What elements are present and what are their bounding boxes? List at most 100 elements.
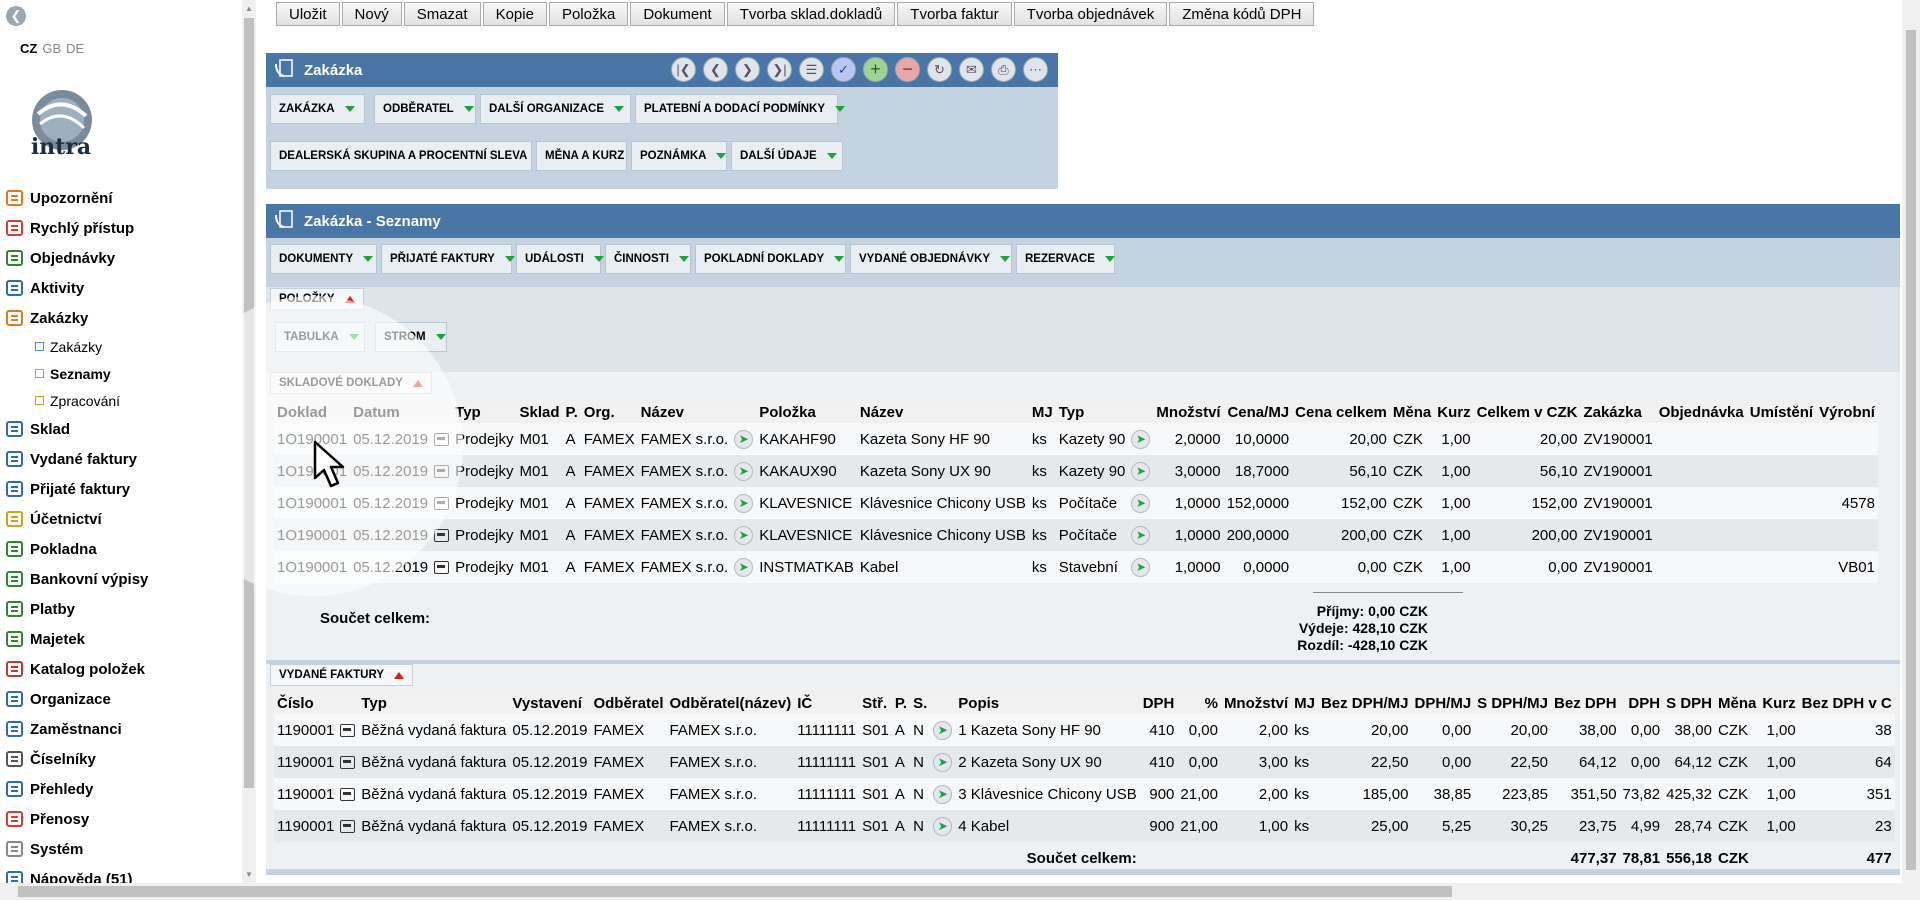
sidebar-item-4[interactable]: Aktivity xyxy=(0,273,240,303)
column-header[interactable]: Kurz xyxy=(1434,401,1474,423)
print-cell[interactable] xyxy=(431,551,453,583)
column-header[interactable] xyxy=(731,401,757,423)
table-row[interactable]: 1O190001 05.12.2019 Prodejky M01 A FAMEX FAMEX… xyxy=(274,423,1878,455)
column-header[interactable]: Měna xyxy=(1389,401,1435,423)
sidebar-item-14[interactable]: Bankovní výpisy xyxy=(0,564,240,594)
toolbar-button-10[interactable]: Změna kódů DPH xyxy=(1169,2,1315,26)
open-cell[interactable]: ➤ xyxy=(930,810,956,842)
toolbar-button-3[interactable]: Smazat xyxy=(403,2,481,26)
seznamy-tab-7[interactable]: REZERVACE xyxy=(1016,244,1115,274)
refresh-button[interactable]: ↻ xyxy=(927,57,952,82)
table-row[interactable]: 1190001 Běžná vydaná faktura 05.12.2019 FAM… xyxy=(274,746,1895,778)
seznamy-tab-2[interactable]: PŘIJATÉ FAKTURY xyxy=(381,244,515,274)
column-header[interactable]: S DPH/MJ xyxy=(1474,692,1552,714)
sklad-section-tab[interactable]: SKLADOVÉ DOKLADY xyxy=(270,372,432,394)
lang-cz[interactable]: CZ xyxy=(20,41,37,56)
print-cell[interactable] xyxy=(431,455,453,487)
table-row[interactable]: 1190001 Běžná vydaná faktura 05.12.2019 FAM… xyxy=(274,810,1895,842)
first-record-button[interactable]: |❮ xyxy=(671,57,696,82)
column-header[interactable] xyxy=(930,692,956,714)
lang-de[interactable]: DE xyxy=(66,41,84,56)
zakazka-tab-1[interactable]: ZAKÁZKA xyxy=(270,94,365,124)
email-button[interactable]: ✉ xyxy=(959,57,984,82)
horizontal-scroll-thumb[interactable] xyxy=(18,886,1452,897)
column-header[interactable]: S. xyxy=(910,692,931,714)
column-header[interactable]: Popis xyxy=(955,692,1140,714)
zakazka-tab-5[interactable]: DEALERSKÁ SKUPINA A PROCENTNÍ SLEVA xyxy=(270,141,548,171)
column-header[interactable]: Celkem v CZK xyxy=(1473,401,1581,423)
sidebar-item-16[interactable]: Majetek xyxy=(0,624,240,654)
column-header[interactable]: S DPH xyxy=(1663,692,1715,714)
seznamy-tab-4[interactable]: ČINNOSTI xyxy=(605,244,691,274)
column-header[interactable]: Datum xyxy=(350,401,432,423)
open-cell[interactable]: ➤ xyxy=(1128,551,1154,583)
zakazka-tab-6[interactable]: MĚNA A KURZ xyxy=(536,141,645,171)
sidebar-item-13[interactable]: Pokladna xyxy=(0,534,240,564)
toolbar-button-2[interactable]: Nový xyxy=(341,2,402,26)
lang-gb[interactable]: GB xyxy=(42,41,61,56)
scroll-down-icon[interactable]: ▼ xyxy=(245,870,253,879)
table-row[interactable]: 1O190001 05.12.2019 Prodejky M01 A FAMEX FAMEX… xyxy=(274,487,1878,519)
last-record-button[interactable]: ❯| xyxy=(767,57,792,82)
scroll-up-icon[interactable]: ▲ xyxy=(245,4,253,13)
column-header[interactable]: Odběratel(název) xyxy=(666,692,795,714)
column-header[interactable] xyxy=(1128,401,1154,423)
seznamy-tab-5[interactable]: POKLADNÍ DOKLADY xyxy=(695,244,846,274)
sidebar-item-5[interactable]: Zakázky xyxy=(0,303,240,333)
zakazka-tab-4[interactable]: PLATEBNÍ A DODACÍ PODMÍNKY xyxy=(635,94,846,124)
main-vertical-scrollbar[interactable] xyxy=(1902,0,1920,883)
column-header[interactable]: Typ xyxy=(452,401,517,423)
sidebar-scrollbar[interactable]: ▲ ▼ xyxy=(242,0,256,883)
table-row[interactable]: 1O190001 05.12.2019 Prodejky M01 A FAMEX FAMEX… xyxy=(274,551,1878,583)
column-header[interactable]: Stř. xyxy=(859,692,892,714)
column-header[interactable]: Umístění xyxy=(1746,401,1817,423)
sidebar-item-2[interactable]: Rychlý přístup xyxy=(0,213,240,243)
sidebar-item-18[interactable]: Organizace xyxy=(0,684,240,714)
column-header[interactable]: Název xyxy=(856,401,1029,423)
column-header[interactable]: Číslo xyxy=(274,692,338,714)
toolbar-button-4[interactable]: Kopie xyxy=(482,2,547,26)
table-row[interactable]: 1190001 Běžná vydaná faktura 05.12.2019 FAM… xyxy=(274,714,1895,746)
open-cell[interactable]: ➤ xyxy=(1128,519,1154,551)
sidebar-item-9[interactable]: Sklad xyxy=(0,414,240,444)
toolbar-button-7[interactable]: Tvorba sklad.dokladů xyxy=(726,2,896,26)
column-header[interactable] xyxy=(337,692,359,714)
column-header[interactable]: Cena/MJ xyxy=(1223,401,1293,423)
column-header[interactable]: MJ xyxy=(1291,692,1318,714)
open-cell[interactable]: ➤ xyxy=(731,487,757,519)
column-header[interactable]: Název xyxy=(637,401,732,423)
column-header[interactable]: Bez DPH v C xyxy=(1798,692,1895,714)
column-header[interactable]: DPH/MJ xyxy=(1411,692,1475,714)
print-cell[interactable] xyxy=(337,810,359,842)
more-button[interactable]: ⋯ xyxy=(1023,57,1048,82)
print-cell[interactable] xyxy=(337,714,359,746)
faktury-section-tab[interactable]: VYDANÉ FAKTURY xyxy=(270,664,413,686)
zakazka-tab-3[interactable]: DALŠÍ ORGANIZACE xyxy=(480,94,631,124)
sidebar-item-22[interactable]: Přenosy xyxy=(0,804,240,834)
open-cell[interactable]: ➤ xyxy=(731,423,757,455)
open-cell[interactable]: ➤ xyxy=(731,519,757,551)
sidebar-item-23[interactable]: Systém xyxy=(0,834,240,864)
column-header[interactable]: Typ xyxy=(358,692,510,714)
column-header[interactable]: Vystavení xyxy=(509,692,591,714)
column-header[interactable]: P. xyxy=(891,692,911,714)
view-tab-tabulka[interactable]: TABULKA xyxy=(275,322,365,352)
view-tab-strom[interactable]: STROM xyxy=(375,322,447,352)
seznamy-tab-6[interactable]: VYDANÉ OBJEDNÁVKY xyxy=(850,244,1012,274)
column-header[interactable]: DPH xyxy=(1619,692,1664,714)
column-header[interactable]: Bez DPH/MJ xyxy=(1317,692,1412,714)
print-button[interactable]: ⎙ xyxy=(991,57,1016,82)
open-cell[interactable]: ➤ xyxy=(930,714,956,746)
toolbar-button-6[interactable]: Dokument xyxy=(630,2,725,26)
column-header[interactable]: Položka xyxy=(756,401,857,423)
print-cell[interactable] xyxy=(337,746,359,778)
polozky-section-tab[interactable]: POLOŽKY xyxy=(270,288,364,310)
column-header[interactable]: Množství xyxy=(1153,401,1224,423)
column-header[interactable]: Kurz xyxy=(1759,692,1799,714)
column-header[interactable] xyxy=(431,401,453,423)
table-row[interactable]: 1190001 Běžná vydaná faktura 05.12.2019 FAM… xyxy=(274,778,1895,810)
column-header[interactable]: Množství xyxy=(1220,692,1292,714)
sidebar-item-11[interactable]: Přijaté faktury xyxy=(0,474,240,504)
sidebar-item-10[interactable]: Vydané faktury xyxy=(0,444,240,474)
column-header[interactable]: Bez DPH xyxy=(1551,692,1620,714)
